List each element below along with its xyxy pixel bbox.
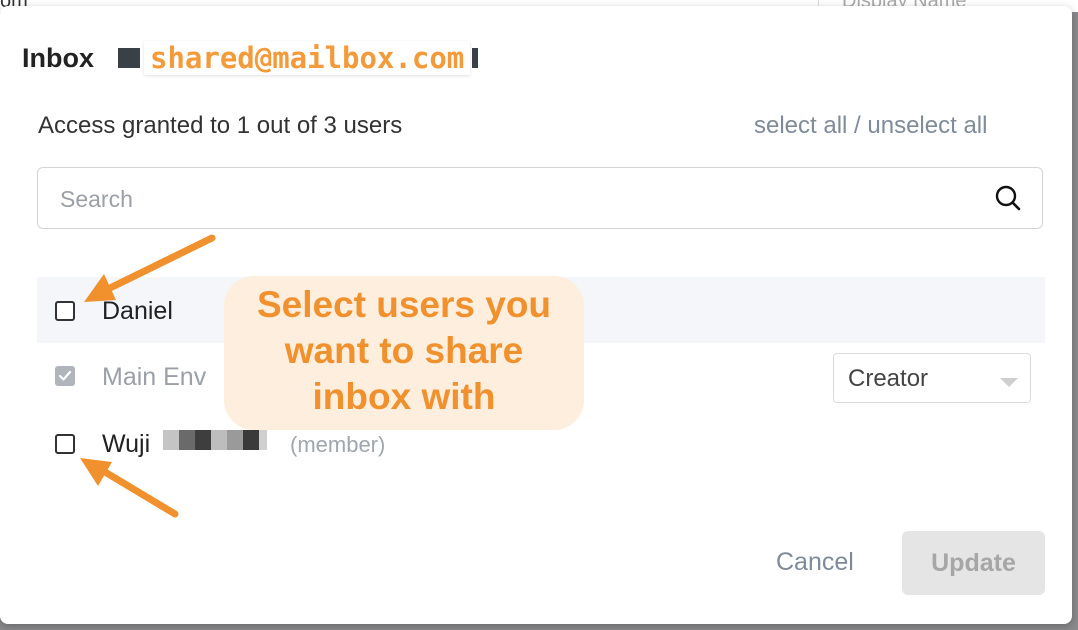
select-toggle-links: select all / unselect all: [754, 112, 987, 140]
cancel-button[interactable]: Cancel: [776, 548, 854, 577]
inbox-label: Inbox: [22, 42, 94, 73]
user-name: Wuji: [102, 430, 151, 458]
user-checkbox-wuji[interactable]: [55, 434, 75, 454]
link-separator: /: [847, 112, 868, 139]
permission-dropdown[interactable]: Creator: [833, 353, 1031, 403]
unselect-all-link[interactable]: unselect all: [867, 112, 987, 139]
callout-line: inbox with: [312, 376, 496, 417]
callout-line: want to share: [284, 330, 524, 371]
user-checkbox-main-env[interactable]: [55, 366, 75, 386]
inbox-header: Inbox shared@mailbox.com: [22, 38, 479, 78]
user-role: (member): [290, 432, 386, 457]
redacted-surname: [163, 430, 267, 450]
search-box: [37, 167, 1043, 230]
inbox-email: shared@mailbox.com: [144, 41, 471, 75]
callout-text: Select users you want to share inbox wit…: [224, 282, 584, 420]
access-summary: Access granted to 1 out of 3 users: [38, 112, 403, 139]
annotation-callout: Select users you want to share inbox wit…: [224, 276, 584, 430]
email-tag: shared@mailbox.com: [118, 39, 479, 77]
redaction-bar: [472, 48, 479, 68]
callout-line: Select users you: [256, 284, 552, 325]
redaction-block: [118, 48, 140, 68]
update-button[interactable]: Update: [902, 531, 1045, 595]
user-checkbox-daniel[interactable]: [55, 301, 75, 321]
permission-value: Creator: [848, 365, 929, 392]
user-name: Main Env: [102, 363, 207, 391]
search-input[interactable]: [38, 168, 1002, 230]
chevron-down-icon: [1000, 375, 1018, 393]
user-name: Daniel: [102, 297, 173, 325]
search-icon[interactable]: [994, 184, 1022, 212]
select-all-link[interactable]: select all: [754, 112, 847, 139]
